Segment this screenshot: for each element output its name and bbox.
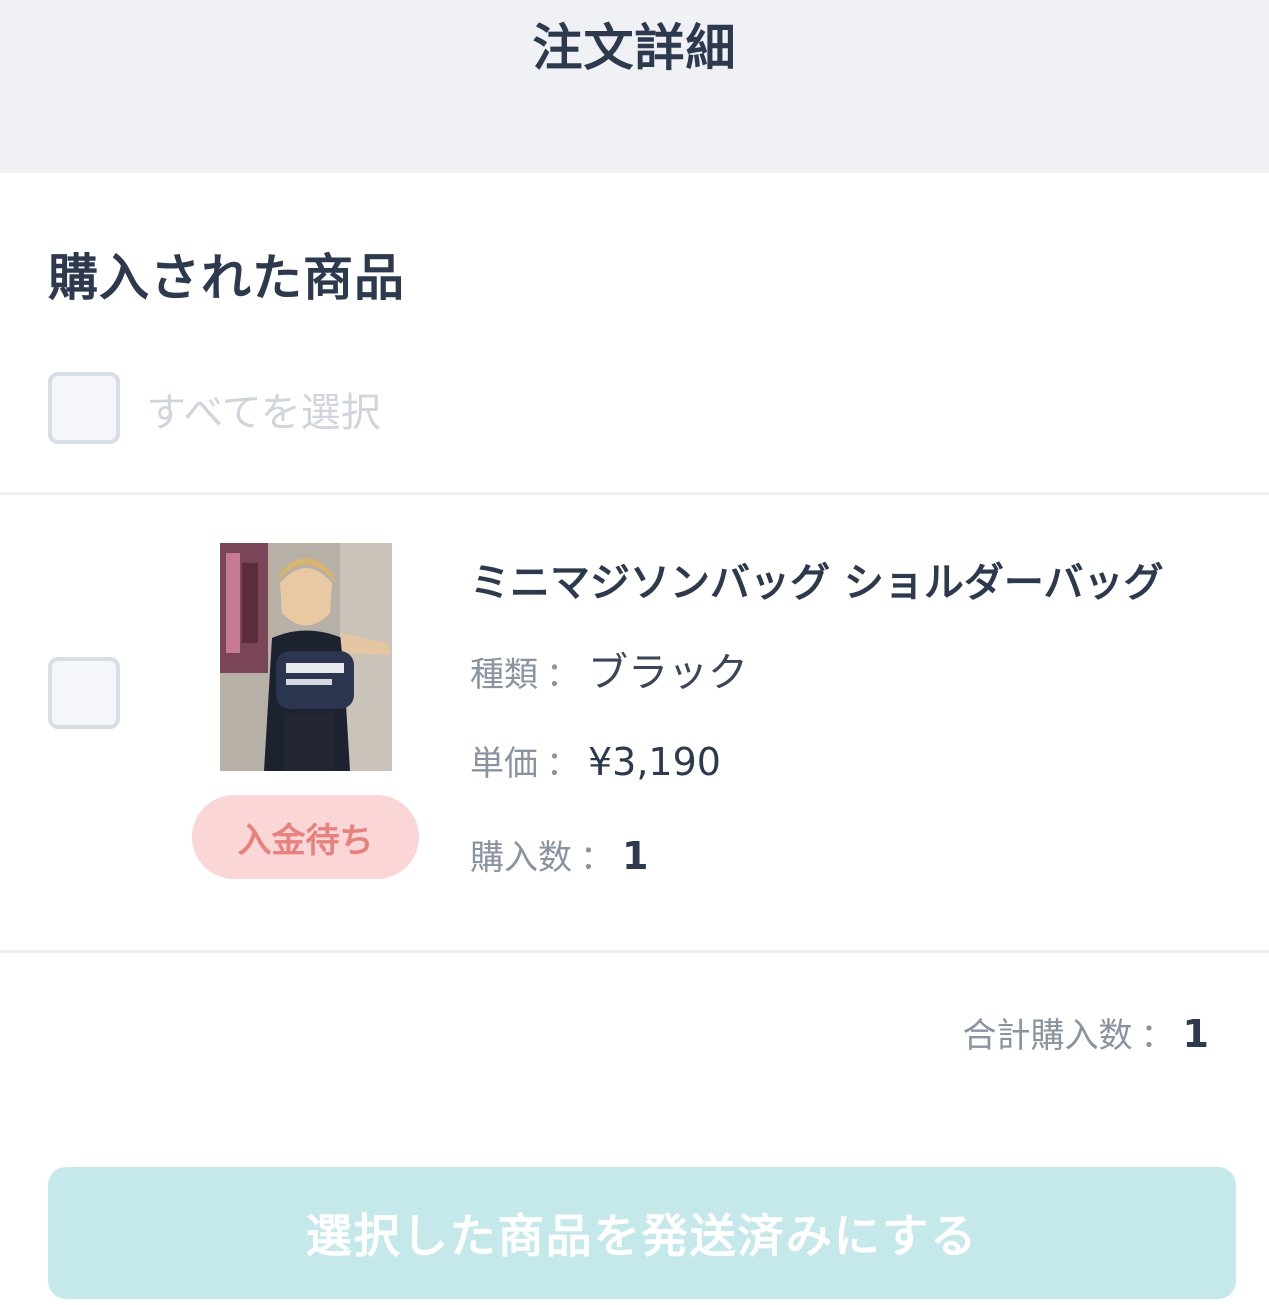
- qty-colon: ：: [580, 838, 614, 878]
- item-type-row: 種類 ： ブラック: [470, 640, 748, 698]
- item-qty-row: 購入数 ： 1: [470, 830, 648, 879]
- total-label: 合計購入数: [962, 1016, 1133, 1056]
- type-value: ブラック: [588, 650, 748, 696]
- select-all-checkbox[interactable]: [48, 372, 120, 444]
- price-value: ¥3,190: [588, 740, 721, 784]
- item-checkbox[interactable]: [48, 657, 120, 729]
- total-colon: ：: [1140, 1016, 1175, 1056]
- divider: [0, 492, 1269, 495]
- type-label: 種類: [470, 655, 538, 695]
- select-all-label[interactable]: すべてを選択: [146, 380, 381, 438]
- total-value: 1: [1182, 1012, 1209, 1056]
- section-title: 購入された商品: [48, 249, 405, 307]
- price-label: 単価: [470, 744, 538, 784]
- price-colon: ：: [546, 744, 580, 784]
- product-photo: [220, 543, 392, 771]
- mark-shipped-button[interactable]: 選択した商品を発送済みにする: [48, 1167, 1236, 1299]
- product-image[interactable]: [220, 543, 392, 771]
- status-badge: 入金待ち: [192, 795, 419, 879]
- page-title: 注文詳細: [532, 19, 737, 77]
- total-quantity: 合計購入数 ： 1: [963, 1008, 1209, 1057]
- item-price-row: 単価 ： ¥3,190: [470, 736, 721, 785]
- product-name[interactable]: ミニマジソンバッグ ショルダーバッグ: [470, 550, 1164, 608]
- type-colon: ：: [546, 655, 580, 695]
- qty-label: 購入数: [470, 838, 572, 878]
- header-bar: 注文詳細: [0, 0, 1269, 173]
- divider: [0, 950, 1269, 953]
- qty-value: 1: [622, 834, 649, 878]
